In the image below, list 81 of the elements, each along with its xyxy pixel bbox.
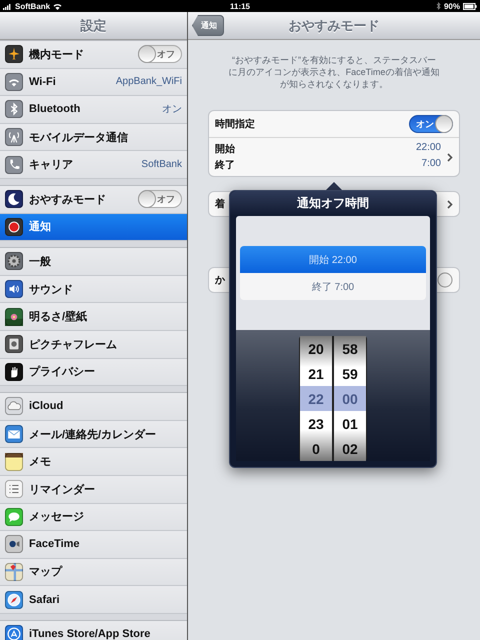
- picker-value[interactable]: 21: [300, 361, 332, 386]
- signal-icon: [3, 2, 12, 10]
- picker-value[interactable]: 00: [334, 386, 366, 411]
- picker-value[interactable]: 23: [300, 411, 332, 436]
- settings-row[interactable]: Safari: [0, 586, 187, 614]
- chevron-icon: [447, 200, 453, 208]
- mail-icon: [5, 425, 23, 444]
- picker-value[interactable]: 22: [300, 386, 332, 411]
- picker-value[interactable]: 58: [334, 336, 366, 361]
- settings-row[interactable]: 一般: [0, 248, 187, 276]
- wifi-icon: [5, 72, 23, 91]
- time-label: 終了: [215, 158, 236, 172]
- settings-row[interactable]: リマインダー: [0, 476, 187, 504]
- battery-icon: [463, 2, 477, 10]
- row-label: 着: [215, 197, 225, 211]
- back-button[interactable]: 通知: [192, 15, 224, 36]
- app-store-icon: [5, 625, 23, 640]
- flower-icon: [5, 308, 23, 326]
- settings-row[interactable]: プライバシー: [0, 358, 187, 386]
- picker-value[interactable]: 20: [300, 336, 332, 361]
- settings-row[interactable]: FaceTime: [0, 531, 187, 559]
- cloud-icon: [5, 397, 23, 416]
- time-label: 開始: [215, 142, 236, 156]
- checklist-icon: [5, 480, 23, 498]
- speech-bubble-icon: [5, 508, 23, 526]
- picker-value[interactable]: 0: [300, 436, 332, 461]
- settings-row[interactable]: メモ: [0, 448, 187, 476]
- settings-row[interactable]: メール/連絡先/カレンダー: [0, 420, 187, 448]
- hand-icon: [5, 362, 23, 381]
- notepad-icon: [5, 452, 23, 471]
- page-title: おやすみモード: [288, 16, 380, 34]
- settings-row[interactable]: iTunes Store/App Store: [0, 620, 187, 640]
- phone-icon: [5, 156, 23, 174]
- moon-icon: [5, 190, 23, 208]
- settings-row[interactable]: 明るさ/壁紙: [0, 303, 187, 331]
- sidebar-title: 設定: [80, 16, 106, 34]
- bluetooth-icon: [436, 2, 441, 10]
- picture-frame-icon: [5, 335, 23, 354]
- camera-icon: [5, 535, 23, 554]
- settings-row[interactable]: モバイルデータ通信: [0, 124, 187, 152]
- time-range-row[interactable]: 開始 22:00 終了 7:00: [209, 138, 459, 176]
- settings-row[interactable]: 通知: [0, 214, 187, 242]
- toggle-switch[interactable]: オフ: [138, 190, 182, 208]
- time-picker[interactable]: 20 21 22 23 0 58 59 00 01 02: [299, 336, 367, 461]
- settings-row[interactable]: 機内モード オフ: [0, 41, 187, 69]
- carrier-name: SoftBank: [15, 2, 50, 10]
- schedule-label: 時間指定: [215, 117, 255, 131]
- toggle-switch[interactable]: オン: [409, 115, 453, 133]
- bluetooth-icon: [5, 100, 23, 118]
- settings-row[interactable]: サウンド: [0, 276, 187, 304]
- segment-button[interactable]: 終了 7:00: [240, 273, 426, 300]
- time-value: 7:00: [420, 158, 441, 171]
- popover-title: 通知オフ時間: [230, 191, 436, 216]
- speaker-icon: [5, 280, 23, 298]
- row-label: か: [215, 274, 225, 287]
- settings-row[interactable]: おやすみモード オフ: [0, 186, 187, 214]
- wifi-icon: [53, 2, 62, 10]
- switch-knob-icon: [437, 272, 453, 288]
- picker-value[interactable]: 59: [334, 361, 366, 386]
- description-text: “おやすみモード”を有効にすると、ステータスバーに月のアイコンが表示され、FaceTimeの着信や通知が知らされなくなります。: [228, 54, 440, 90]
- settings-row[interactable]: ピクチャフレーム: [0, 330, 187, 359]
- settings-row[interactable]: マップ: [0, 558, 187, 586]
- clock-time: 11:15: [230, 2, 250, 10]
- toggle-switch[interactable]: オフ: [138, 45, 182, 64]
- settings-row[interactable]: キャリア SoftBank: [0, 151, 187, 179]
- battery-percent: 90%: [444, 2, 460, 10]
- airplane-icon: [5, 45, 23, 64]
- settings-row[interactable]: Wi-Fi AppBank_WiFi: [0, 68, 187, 96]
- picker-value[interactable]: 01: [334, 411, 366, 436]
- time-value: 22:00: [416, 142, 441, 155]
- antenna-icon: [5, 128, 23, 146]
- settings-row[interactable]: メッセージ: [0, 504, 187, 532]
- gear-icon: [5, 252, 23, 270]
- settings-row[interactable]: Bluetooth オン: [0, 96, 187, 124]
- chevron-icon: [447, 152, 453, 162]
- picker-value[interactable]: 02: [334, 436, 366, 461]
- segment-button[interactable]: 開始 22:00: [240, 246, 426, 273]
- settings-row[interactable]: iCloud: [0, 393, 187, 421]
- compass-icon: [5, 590, 23, 609]
- map-icon: [5, 562, 23, 581]
- notification-icon: [5, 218, 23, 236]
